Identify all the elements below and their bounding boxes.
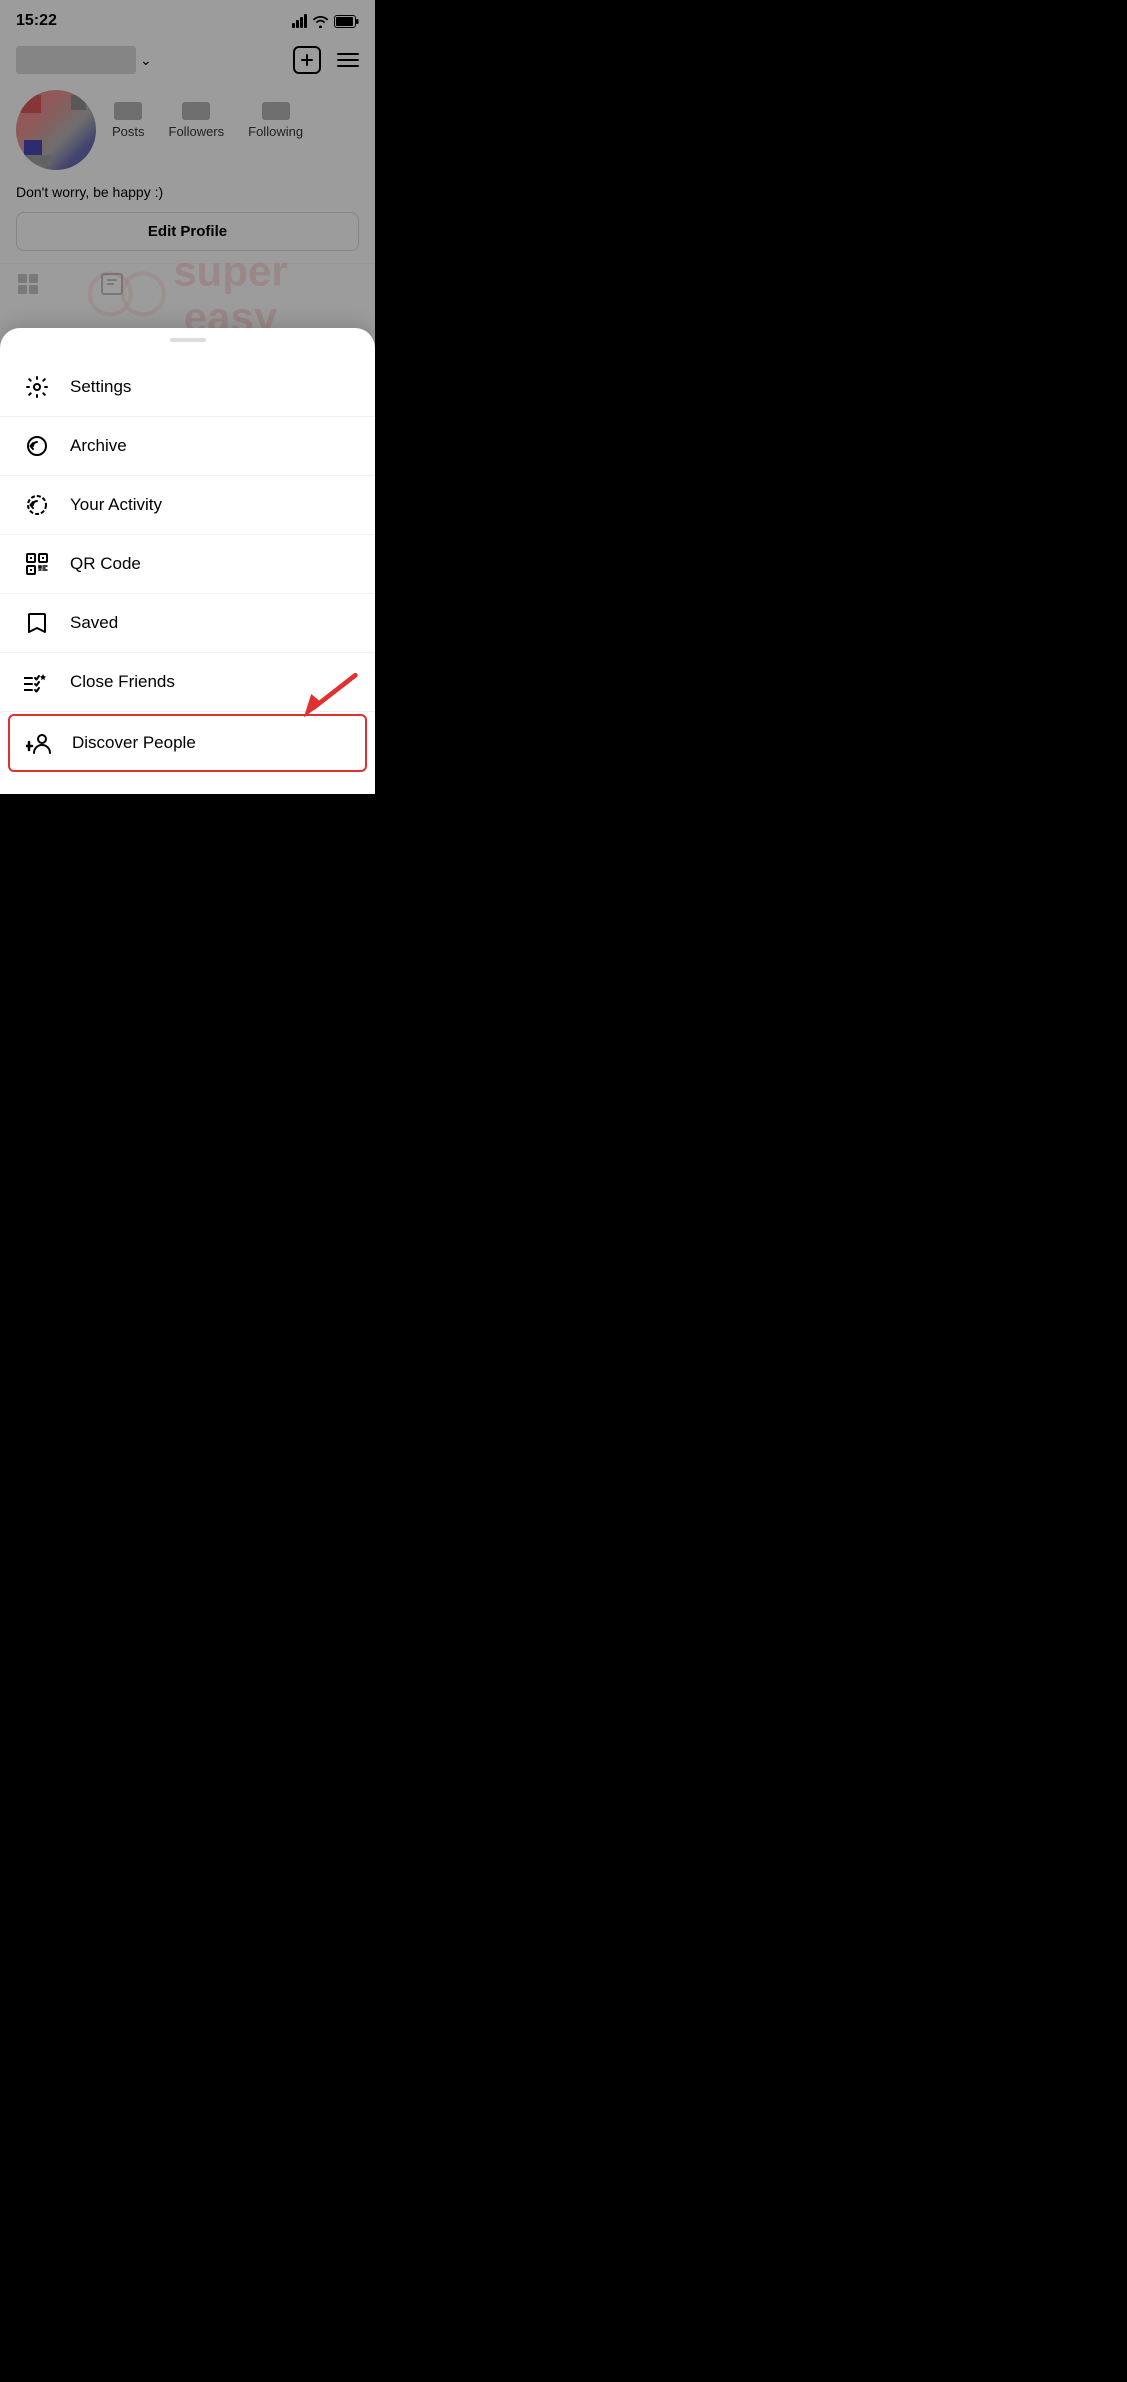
posts-label: Posts — [112, 124, 145, 139]
content-tabs — [0, 263, 375, 304]
menu-item-saved[interactable]: Saved — [0, 594, 375, 653]
bottom-sheet: Settings Archive Your Activity — [0, 328, 375, 794]
posts-stat: Posts — [112, 102, 145, 139]
status-icons — [292, 14, 359, 28]
new-post-icon[interactable] — [293, 46, 321, 74]
avatar — [16, 90, 96, 170]
saved-label: Saved — [70, 613, 118, 633]
settings-label: Settings — [70, 377, 131, 397]
nav-icons — [293, 46, 359, 74]
wifi-icon — [312, 15, 329, 28]
battery-icon — [334, 15, 359, 28]
qrcode-label: QR Code — [70, 554, 141, 574]
followers-stat[interactable]: Followers — [169, 102, 225, 139]
bio-text: Don't worry, be happy :) — [0, 178, 375, 212]
close-friends-label: Close Friends — [70, 672, 175, 692]
menu-item-qrcode[interactable]: QR Code — [0, 535, 375, 594]
menu-item-settings[interactable]: Settings — [0, 358, 375, 417]
status-bar: 15:22 — [0, 0, 375, 38]
red-arrow — [285, 664, 360, 724]
chevron-down-icon[interactable]: ⌄ — [140, 52, 152, 69]
signal-icon — [292, 14, 307, 28]
following-stat[interactable]: Following — [248, 102, 303, 139]
stats-row: Posts Followers Following — [112, 102, 303, 139]
sheet-handle — [170, 338, 206, 342]
discover-people-label: Discover People — [72, 733, 196, 753]
gear-icon — [24, 374, 50, 400]
top-nav: ⌄ — [0, 38, 375, 82]
edit-profile-button[interactable]: Edit Profile — [16, 212, 359, 251]
username-area: ⌄ — [16, 46, 152, 74]
activity-label: Your Activity — [70, 495, 162, 515]
grid-icon — [16, 272, 40, 296]
activity-icon — [24, 492, 50, 518]
followers-label: Followers — [169, 124, 225, 139]
tagged-icon — [100, 272, 124, 296]
profile-area: Posts Followers Following — [0, 82, 375, 178]
menu-item-activity[interactable]: Your Activity — [0, 476, 375, 535]
archive-icon — [24, 433, 50, 459]
following-label: Following — [248, 124, 303, 139]
menu-item-archive[interactable]: Archive — [0, 417, 375, 476]
close-friends-icon — [24, 669, 50, 695]
hamburger-menu-icon[interactable] — [337, 53, 359, 67]
bookmark-icon — [24, 610, 50, 636]
plus-icon — [300, 53, 314, 67]
username-blurred — [16, 46, 136, 74]
qr-icon — [24, 551, 50, 577]
archive-label: Archive — [70, 436, 127, 456]
status-time: 15:22 — [16, 12, 57, 30]
add-person-icon — [26, 730, 52, 756]
